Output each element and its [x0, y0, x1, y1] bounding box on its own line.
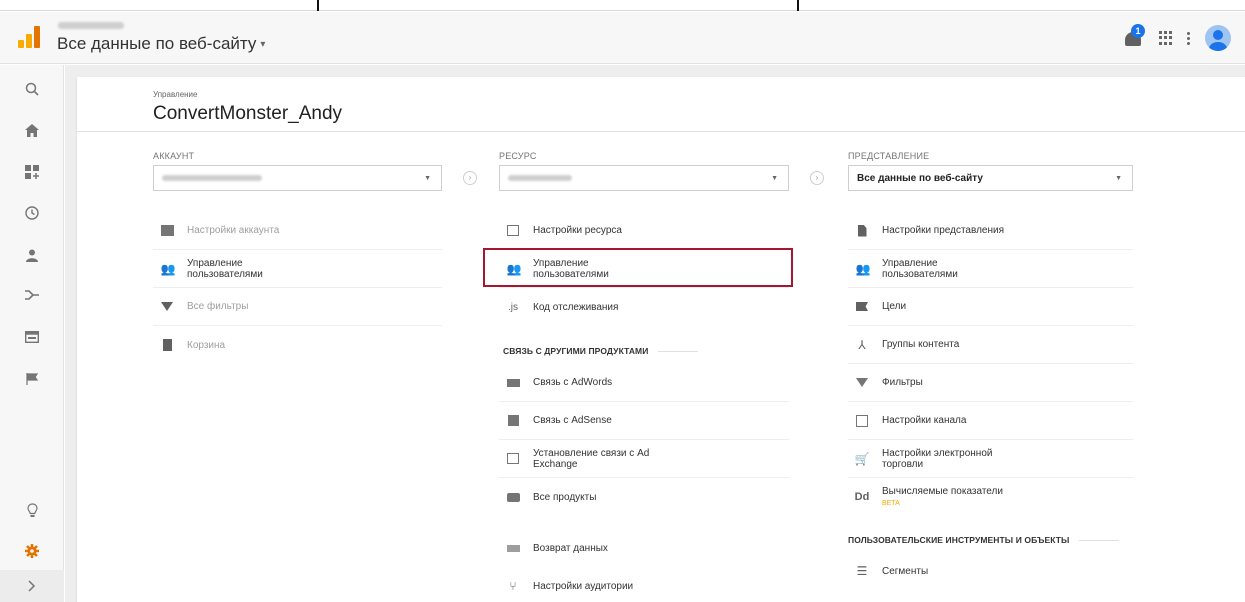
filter-icon — [852, 378, 872, 387]
view-column-label: ПРЕДСТАВЛЕНИЕ — [848, 151, 930, 161]
filter-icon — [157, 302, 177, 311]
link-icon — [503, 492, 523, 502]
breadcrumb[interactable]: Управление — [153, 90, 197, 99]
lightbulb-icon[interactable] — [0, 490, 64, 530]
home-icon[interactable] — [0, 110, 64, 150]
adwords-link-item[interactable]: Связь с AdWords — [499, 364, 789, 402]
more-vert-icon[interactable] — [1187, 31, 1191, 45]
conversions-flag-icon[interactable] — [0, 359, 64, 399]
audience-settings-item[interactable]: ⑂ Настройки аудитории — [499, 567, 789, 602]
highlight-box — [483, 248, 793, 287]
view-user-management-item[interactable]: 👥 Управление пользователями — [848, 250, 1133, 288]
segments-item[interactable]: ☰ Сегменты — [848, 552, 1133, 590]
app-header: Все данные по веб-сайту ▾ 1 — [0, 12, 1245, 64]
channel-icon — [852, 414, 872, 427]
building-icon — [157, 225, 177, 236]
expand-nav-icon[interactable] — [0, 570, 64, 602]
data-import-item[interactable]: Возврат данных — [499, 529, 789, 567]
header-actions: 1 — [1123, 24, 1231, 52]
goals-item[interactable]: Цели — [848, 288, 1133, 326]
top-strip — [0, 0, 1245, 11]
divider-mark — [317, 0, 319, 11]
account-user-management-item[interactable]: 👥 Управление пользователями — [153, 250, 442, 288]
apps-grid-icon[interactable] — [1159, 31, 1173, 45]
clock-icon[interactable] — [0, 193, 64, 233]
tracking-code-item[interactable]: .js Код отслеживания — [499, 288, 789, 326]
column-arrow-icon: › — [463, 171, 477, 185]
property-select[interactable]: ▼ — [499, 165, 789, 191]
behavior-icon[interactable] — [0, 317, 64, 357]
audience-icon: ⑂ — [509, 579, 517, 593]
people-icon: 👥 — [855, 261, 871, 276]
admin-card: Управление ConvertMonster_Andy › › АККАУ… — [77, 77, 1245, 602]
customization-icon[interactable] — [0, 152, 64, 192]
calculated-metrics-icon: Dd — [854, 491, 870, 503]
notifications-bell-icon[interactable]: 1 — [1123, 24, 1145, 49]
calculated-metrics-label: Вычисляемые показатели — [882, 485, 1003, 497]
ecommerce-settings-item[interactable]: 🛒 Настройки электронной торговли — [848, 440, 1133, 478]
select-arrow-icon: ▼ — [1115, 175, 1122, 182]
property-settings-item[interactable]: Настройки ресурса — [499, 212, 789, 250]
divider-mark — [797, 0, 799, 11]
linking-section-heading: СВЯЗЬ С ДРУГИМИ ПРОДУКТАМИ — [503, 346, 698, 356]
account-settings-item[interactable]: Настройки аккаунта — [153, 212, 442, 250]
tools-section-heading: ПОЛЬЗОВАТЕЛЬСКИЕ ИНСТРУМЕНТЫ И ОБЪЕКТЫ — [848, 535, 1119, 545]
select-arrow-icon: ▼ — [424, 175, 431, 182]
adwords-icon — [503, 378, 523, 387]
window-icon — [503, 225, 523, 236]
search-icon[interactable] — [0, 69, 64, 109]
channel-settings-item[interactable]: Настройки канала — [848, 402, 1133, 440]
account-select[interactable]: ▼ — [153, 165, 442, 191]
data-import-icon — [503, 544, 523, 552]
all-filters-item[interactable]: Все фильтры — [153, 288, 442, 326]
calculated-metrics-item[interactable]: Dd Вычисляемые показатели BETA — [848, 478, 1133, 516]
property-value-redacted — [508, 175, 572, 181]
account-path-redacted — [58, 22, 124, 29]
beta-badge: BETA — [882, 499, 900, 507]
people-icon: 👥 — [160, 261, 176, 276]
all-products-item[interactable]: Все продукты — [499, 478, 789, 516]
account-value-redacted — [162, 175, 262, 181]
ad-exchange-link-item[interactable]: Установление связи с Ad Exchange — [499, 440, 789, 478]
segments-icon: ☰ — [856, 564, 868, 578]
page-title: ConvertMonster_Andy — [153, 103, 343, 124]
trash-item[interactable]: Корзина — [153, 326, 442, 364]
user-avatar[interactable] — [1205, 25, 1231, 51]
content-grouping-icon: ⅄ — [858, 337, 866, 352]
view-title-text: Все данные по веб-сайту — [57, 34, 257, 53]
analytics-logo-icon[interactable] — [18, 26, 40, 48]
content-grouping-item[interactable]: ⅄ Группы контента — [848, 326, 1133, 364]
document-icon — [852, 224, 872, 237]
acquisition-icon[interactable] — [0, 275, 64, 315]
trash-icon — [157, 339, 177, 351]
column-arrow-icon: › — [810, 171, 824, 185]
view-select-value: Все данные по веб-сайту — [857, 172, 983, 184]
left-nav — [0, 65, 64, 602]
view-settings-item[interactable]: Настройки представления — [848, 212, 1133, 250]
adsense-link-item[interactable]: Связь с AdSense — [499, 402, 789, 440]
admin-gear-icon[interactable] — [0, 531, 64, 571]
cart-icon: 🛒 — [854, 451, 870, 466]
notification-badge: 1 — [1131, 24, 1145, 38]
caret-down-icon: ▾ — [260, 39, 266, 50]
property-column-label: РЕСУРС — [499, 151, 537, 161]
view-filters-item[interactable]: Фильтры — [848, 364, 1133, 402]
select-arrow-icon: ▼ — [771, 175, 778, 182]
flag-icon — [852, 302, 872, 311]
admin-header: Управление ConvertMonster_Andy — [77, 77, 1245, 132]
view-selector[interactable]: Все данные по веб-сайту ▾ — [57, 34, 265, 54]
account-column-label: АККАУНТ — [153, 151, 195, 161]
js-icon: .js — [508, 301, 518, 313]
person-icon[interactable] — [0, 235, 64, 275]
main-content: Управление ConvertMonster_Andy › › АККАУ… — [65, 65, 1245, 602]
view-select[interactable]: Все данные по веб-сайту ▼ — [848, 165, 1133, 191]
adsense-icon — [503, 415, 523, 426]
window-icon — [503, 453, 523, 464]
